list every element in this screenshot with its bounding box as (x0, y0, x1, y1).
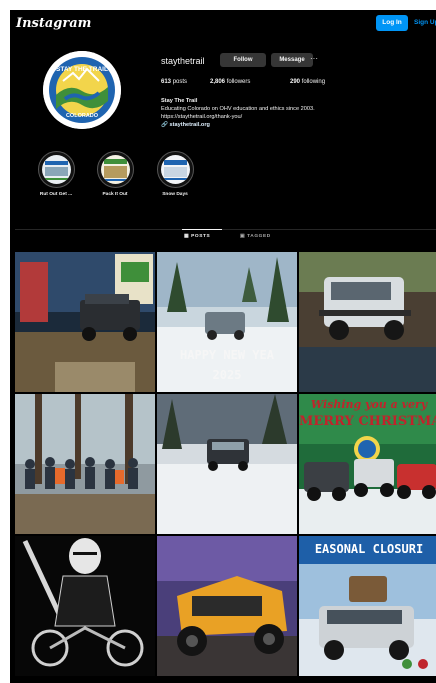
post-tile[interactable] (15, 394, 155, 534)
avatar-title-text: STAY THE TRAIL (56, 66, 108, 73)
profile-username: staythetrail (161, 56, 205, 66)
tab-tagged[interactable]: ▣ TAGGED (240, 234, 271, 239)
instagram-profile-page: Instagram Log In Sign Up STAY THE TRAIL … (10, 10, 436, 683)
login-button[interactable]: Log In (376, 15, 408, 31)
message-button[interactable]: Message (271, 53, 313, 67)
post-tile[interactable] (299, 252, 436, 392)
following-count[interactable]: 290 following (290, 79, 325, 85)
tab-posts[interactable]: ▦ POSTS (184, 234, 210, 239)
highlight-label: Rut Out Get ... (39, 192, 73, 197)
more-options-icon[interactable]: ··· (308, 53, 320, 67)
post-tile[interactable]: HAPPY NEW YEA 2025 (157, 252, 297, 392)
tag-icon: ▣ (240, 234, 246, 239)
followers-count[interactable]: 2,806 followers (210, 79, 250, 85)
signup-link[interactable]: Sign Up (414, 15, 436, 31)
bio-description: Educating Colorado on OHV education and … (161, 106, 315, 112)
post-tile[interactable] (157, 536, 297, 676)
post-tile[interactable] (15, 252, 155, 392)
post-tile[interactable] (157, 394, 297, 534)
highlight-label: Pack It Out (102, 192, 128, 197)
post-caption-text: HAPPY NEW YEA (180, 348, 274, 362)
bio-name: Stay The Trail (161, 98, 198, 104)
highlight-label: Snow Days (162, 192, 188, 197)
post-caption-text: MERRY CHRISTMA (299, 414, 436, 429)
profile-bio: Stay The Trail Educating Colorado on OHV… (161, 97, 315, 129)
posts-count: 613 posts (161, 79, 188, 85)
post-caption-text: 2025 (212, 368, 242, 382)
bio-url[interactable]: https://staythetrail.org/thank-you/ (161, 113, 315, 121)
post-tile[interactable] (15, 536, 155, 676)
post-tile[interactable]: Wishing you a very MERRY CHRISTMA (299, 394, 436, 534)
grid-icon: ▦ (184, 234, 190, 239)
post-tile[interactable]: EASONAL CLOSURI (299, 536, 436, 676)
tabs-divider (15, 229, 436, 230)
active-tab-indicator (182, 229, 222, 230)
bio-link[interactable]: 🔗 staythetrail.org (161, 121, 315, 129)
highlight-pack-it-out[interactable]: Pack It Out (90, 151, 140, 197)
post-caption-text: Wishing you a very (310, 398, 428, 411)
profile-avatar[interactable]: STAY THE TRAIL COLORADO (43, 51, 121, 129)
avatar-subtitle-text: COLORADO (66, 113, 99, 119)
post-caption-text: EASONAL CLOSURI (314, 542, 424, 556)
highlight-snow-days[interactable]: Snow Days (150, 151, 200, 197)
instagram-logo[interactable]: Instagram (16, 16, 91, 31)
top-bar: Instagram Log In Sign Up (10, 10, 436, 36)
highlight-rut-out[interactable]: Rut Out Get ... (31, 151, 81, 197)
posts-grid: HAPPY NEW YEA 2025 Wishing you a very ME… (15, 252, 436, 683)
follow-button[interactable]: Follow (220, 53, 266, 67)
link-icon: 🔗 (161, 122, 168, 128)
